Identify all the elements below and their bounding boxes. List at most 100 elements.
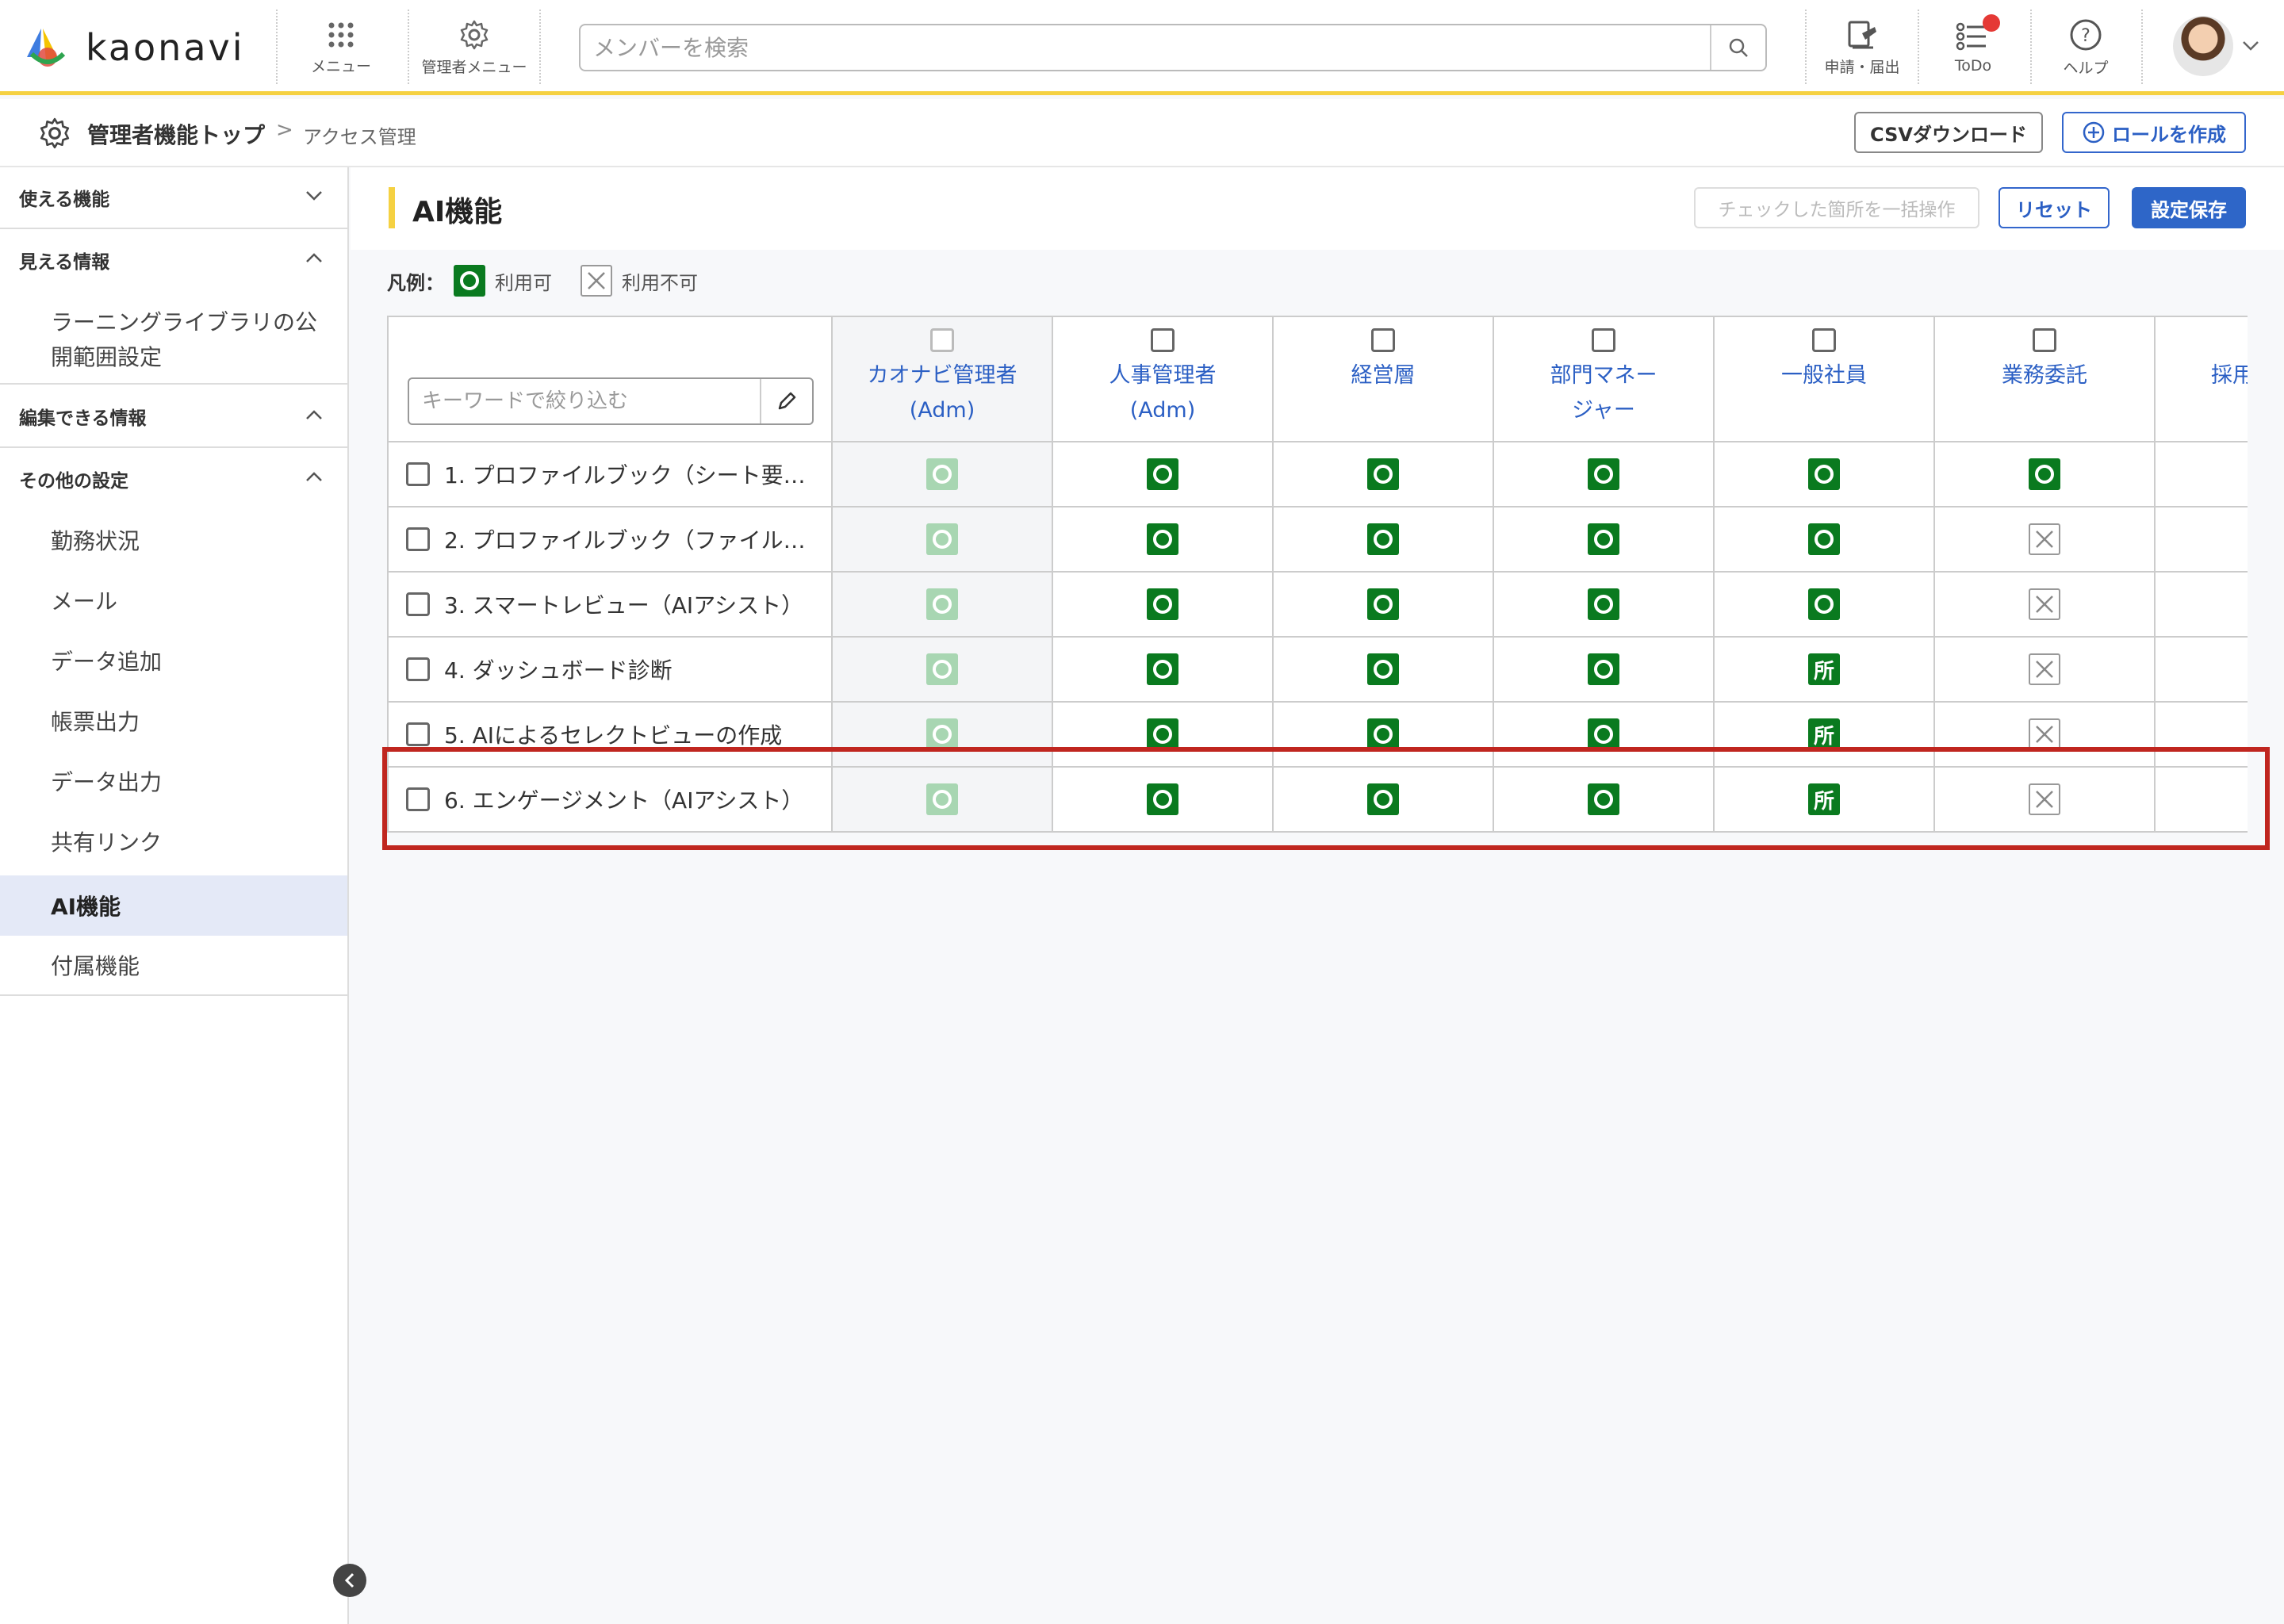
chevron-down-icon[interactable] bbox=[2241, 40, 2260, 52]
permission-cell[interactable] bbox=[833, 573, 1053, 638]
permission-cell[interactable] bbox=[1494, 638, 1715, 703]
role-name[interactable]: 一般社員 bbox=[1781, 358, 1867, 393]
permission-cell[interactable] bbox=[1053, 508, 1274, 573]
permission-cell[interactable] bbox=[1715, 573, 1935, 638]
help-button[interactable]: ? ヘルプ bbox=[2038, 10, 2133, 86]
permission-cell[interactable] bbox=[1494, 768, 1715, 831]
role-name[interactable]: 採用 bbox=[2211, 358, 2248, 393]
role-select-checkbox[interactable] bbox=[1812, 328, 1836, 352]
bulk-action-button[interactable]: チェックした箇所を一括操作 bbox=[1694, 187, 1979, 228]
save-settings-button[interactable]: 設定保存 bbox=[2132, 187, 2246, 228]
available-icon bbox=[1367, 653, 1399, 685]
permission-cell[interactable] bbox=[2156, 703, 2248, 768]
row-select-checkbox[interactable] bbox=[406, 462, 430, 486]
permission-cell[interactable] bbox=[2156, 508, 2248, 573]
permission-cell[interactable] bbox=[2156, 768, 2248, 831]
permission-cell[interactable] bbox=[833, 703, 1053, 768]
permission-cell[interactable] bbox=[1935, 768, 2156, 831]
sidebar-item-mail[interactable]: メール bbox=[0, 570, 347, 630]
row-select-checkbox[interactable] bbox=[406, 592, 430, 616]
row-select-checkbox[interactable] bbox=[406, 527, 430, 551]
permission-table: カオナビ管理者 (Adm) 人事管理者 (Adm) 経営層 部門マネージャー 一般社員 業務委… bbox=[387, 316, 2248, 833]
sidebar-item-data-add[interactable]: データ追加 bbox=[0, 630, 347, 691]
permission-cell[interactable]: 所 bbox=[1715, 638, 1935, 703]
permission-cell[interactable] bbox=[1494, 508, 1715, 573]
sidebar-item-accessory-features[interactable]: 付属機能 bbox=[0, 936, 347, 996]
permission-cell[interactable] bbox=[1053, 768, 1274, 831]
permission-cell[interactable] bbox=[833, 508, 1053, 573]
role-name[interactable]: 部門マネー ジャー bbox=[1550, 358, 1657, 428]
reset-button[interactable]: リセット bbox=[1998, 187, 2110, 228]
permission-cell[interactable] bbox=[1935, 573, 2156, 638]
row-select-checkbox[interactable] bbox=[406, 657, 430, 681]
permission-cell[interactable]: 所 bbox=[1715, 703, 1935, 768]
kaonavi-logo[interactable]: kaonavi bbox=[24, 22, 245, 73]
todo-button[interactable]: ToDo bbox=[1926, 10, 2021, 86]
sidebar-collapse-button[interactable] bbox=[333, 1564, 366, 1597]
sidebar-item-label: データ出力 bbox=[51, 769, 163, 795]
sidebar-item-data-output[interactable]: データ出力 bbox=[0, 751, 347, 811]
permission-cell[interactable] bbox=[1053, 442, 1274, 508]
permission-cell[interactable] bbox=[1935, 442, 2156, 508]
permission-cell[interactable] bbox=[1053, 703, 1274, 768]
permission-cell[interactable]: ± bbox=[2156, 638, 2248, 703]
menu-button[interactable]: メニュー bbox=[286, 10, 397, 86]
sidebar-item-attendance[interactable]: 勤務状況 bbox=[0, 510, 347, 570]
permission-cell[interactable] bbox=[2156, 442, 2248, 508]
breadcrumb-current: アクセス管理 bbox=[303, 126, 416, 148]
member-search-input[interactable] bbox=[581, 25, 1710, 70]
role-select-checkbox[interactable] bbox=[1592, 328, 1615, 352]
keyword-filter-input[interactable] bbox=[409, 379, 760, 423]
sidebar-item-learning-library[interactable]: ラーニングライブラリの公 開範囲設定 bbox=[0, 297, 347, 385]
user-avatar[interactable] bbox=[2173, 16, 2233, 76]
role-select-checkbox[interactable] bbox=[930, 328, 954, 352]
role-select-checkbox[interactable] bbox=[2033, 328, 2056, 352]
permission-cell[interactable] bbox=[833, 442, 1053, 508]
admin-menu-button[interactable]: 管理者メニュー bbox=[412, 10, 536, 86]
request-button[interactable]: 申請・届出 bbox=[1811, 10, 1913, 86]
section-visible-info[interactable]: 見える情報 bbox=[0, 229, 347, 291]
permission-cell[interactable] bbox=[833, 638, 1053, 703]
permission-cell[interactable] bbox=[1494, 573, 1715, 638]
permission-cell[interactable] bbox=[2156, 573, 2248, 638]
role-name[interactable]: 人事管理者 (Adm) bbox=[1109, 358, 1217, 428]
role-select-checkbox[interactable] bbox=[1151, 328, 1175, 352]
breadcrumb-admin-top[interactable]: 管理者機能トップ bbox=[87, 118, 265, 150]
permission-cell[interactable] bbox=[1494, 442, 1715, 508]
permission-cell[interactable] bbox=[1274, 703, 1494, 768]
section-usable-features[interactable]: 使える機能 bbox=[0, 167, 347, 229]
section-editable-info[interactable]: 編集できる情報 bbox=[0, 386, 347, 448]
search-button[interactable] bbox=[1710, 25, 1765, 70]
unavailable-icon bbox=[2029, 783, 2060, 815]
role-name[interactable]: 業務委託 bbox=[2002, 358, 2087, 393]
csv-download-button[interactable]: CSVダウンロード bbox=[1854, 112, 2043, 153]
sidebar-item-shared-link[interactable]: 共有リンク bbox=[0, 811, 347, 871]
permission-cell[interactable] bbox=[1274, 508, 1494, 573]
create-role-button[interactable]: ロールを作成 bbox=[2062, 112, 2246, 153]
permission-cell[interactable] bbox=[1935, 638, 2156, 703]
permission-cell[interactable] bbox=[1274, 768, 1494, 831]
role-name[interactable]: 経営層 bbox=[1351, 358, 1416, 393]
permission-cell[interactable] bbox=[1053, 573, 1274, 638]
permission-cell[interactable] bbox=[1274, 638, 1494, 703]
filter-edit-button[interactable] bbox=[760, 379, 812, 423]
permission-cell[interactable] bbox=[1715, 508, 1935, 573]
available-icon bbox=[2029, 458, 2060, 490]
permission-cell[interactable] bbox=[1274, 442, 1494, 508]
permission-cell[interactable] bbox=[1935, 703, 2156, 768]
permission-cell[interactable] bbox=[1494, 703, 1715, 768]
permission-cell[interactable] bbox=[1274, 573, 1494, 638]
permission-cell[interactable] bbox=[833, 768, 1053, 831]
permission-cell[interactable]: 所 bbox=[1715, 768, 1935, 831]
row-select-checkbox[interactable] bbox=[406, 722, 430, 746]
sidebar-item-ai-features[interactable]: AI機能 bbox=[0, 875, 347, 936]
permission-cell[interactable] bbox=[1935, 508, 2156, 573]
permission-cell[interactable] bbox=[1053, 638, 1274, 703]
role-name[interactable]: カオナビ管理者 (Adm) bbox=[868, 358, 1017, 428]
sidebar-item-form-output[interactable]: 帳票出力 bbox=[0, 691, 347, 751]
role-select-checkbox[interactable] bbox=[1371, 328, 1395, 352]
row-select-checkbox[interactable] bbox=[406, 787, 430, 811]
pencil-icon bbox=[778, 392, 796, 410]
section-other-settings[interactable]: その他の設定 bbox=[0, 448, 347, 510]
permission-cell[interactable] bbox=[1715, 442, 1935, 508]
